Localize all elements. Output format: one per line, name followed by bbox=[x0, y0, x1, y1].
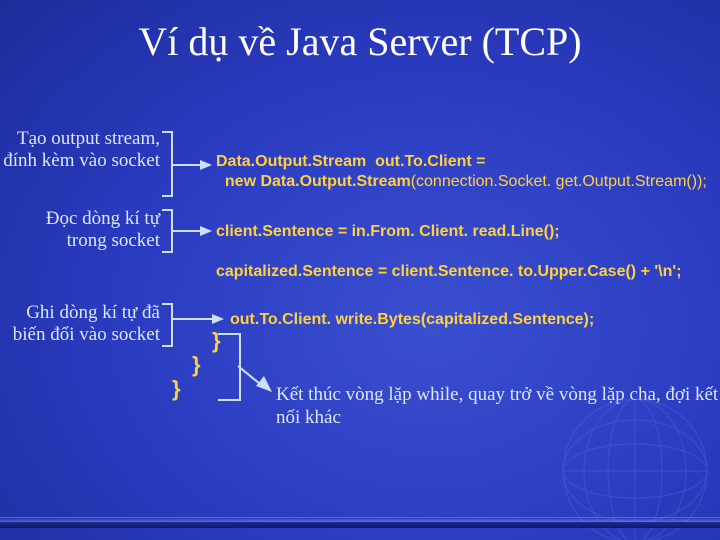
arrow-3 bbox=[172, 314, 224, 324]
code-line-4: out.To.Client. write.Bytes(capitalized.S… bbox=[230, 310, 594, 330]
footer-bar bbox=[0, 517, 720, 528]
code-line-3: capitalized.Sentence = client.Sentence. … bbox=[216, 262, 682, 282]
code-line-1b-bold: new Data.Output.Stream bbox=[216, 173, 411, 190]
arrow-1 bbox=[172, 160, 212, 170]
arrow-2 bbox=[172, 226, 212, 236]
slide-title: Ví dụ về Java Server (TCP) bbox=[0, 18, 720, 65]
code-line-1-wrap: new Data.Output.Stream(connection.Socket… bbox=[216, 172, 707, 192]
bracket-3 bbox=[162, 302, 176, 348]
code-line-1a: Data.Output.Stream out.To.Client = bbox=[216, 152, 486, 172]
annotation-read-line: Đọc dòng kí tự trong socket bbox=[30, 208, 160, 253]
arrow-comment bbox=[238, 362, 276, 392]
closing-brace-3: } bbox=[172, 376, 181, 402]
slide: Ví dụ về Java Server (TCP) Tạo output st… bbox=[0, 0, 720, 540]
closing-brace-2: } bbox=[192, 352, 201, 378]
code-line-2: client.Sentence = in.From. Client. read.… bbox=[216, 222, 560, 242]
annotation-write-bytes: Ghi dòng kí tự đã biến đổi vào socket bbox=[0, 302, 160, 347]
code-line-1c-light: (connection.Socket. get.Output.Stream())… bbox=[411, 173, 707, 190]
annotation-create-stream: Tạo output stream, đính kèm vào socket bbox=[0, 128, 160, 173]
